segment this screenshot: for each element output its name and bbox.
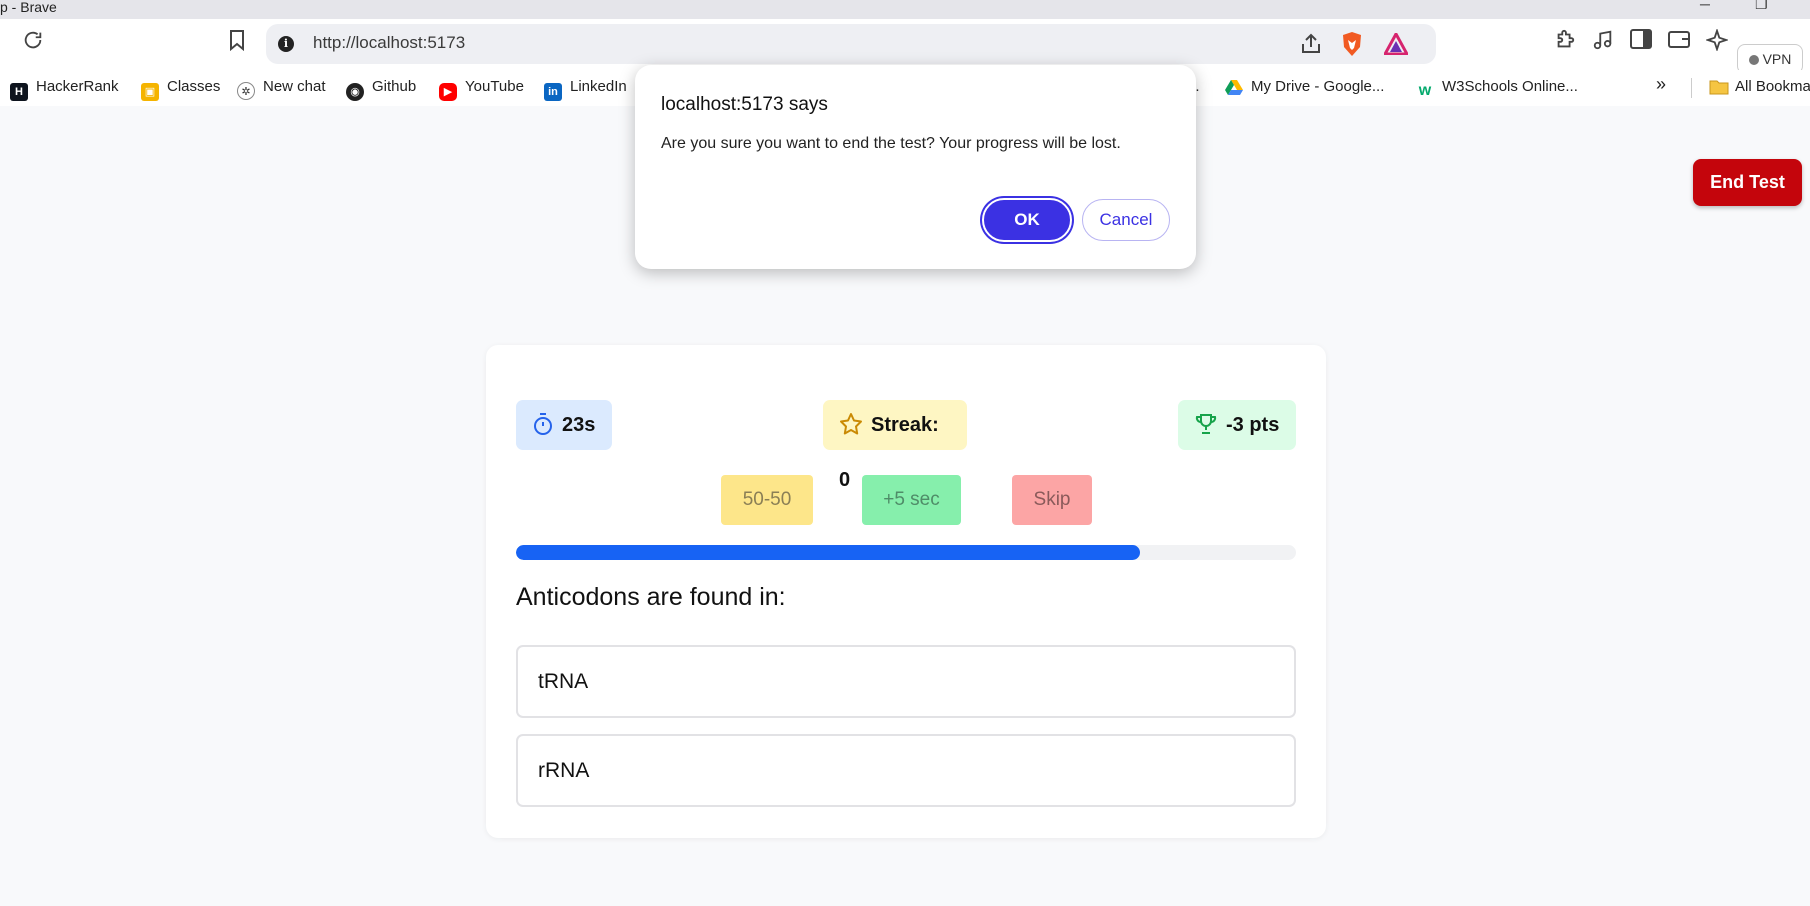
w3schools-icon: w [1418, 82, 1432, 99]
extensions-icon[interactable] [1552, 29, 1578, 55]
confirm-dialog: localhost:5173 says Are you sure you wan… [635, 65, 1196, 269]
bookmark-all-bookmarks[interactable]: All Bookma [1709, 78, 1810, 97]
score-badge: -3 pts [1178, 400, 1296, 450]
timer-value: 23s [562, 414, 596, 436]
progress-bar [516, 545, 1296, 560]
site-info-icon[interactable]: i [278, 36, 294, 52]
bookmarks-divider [1691, 78, 1692, 98]
youtube-icon: ▶ [439, 83, 457, 101]
bookmark-github[interactable]: ◉ Github [346, 78, 416, 101]
end-test-button[interactable]: End Test [1693, 159, 1802, 206]
quiz-card: 23s Streak: 0 -3 pts 50-50 +5 sec Skip A… [486, 345, 1326, 838]
chatgpt-icon: ✲ [237, 82, 255, 100]
bookmark-w3schools[interactable]: w W3Schools Online... [1416, 78, 1578, 100]
streak-badge: Streak: 0 [823, 400, 967, 491]
leo-ai-icon[interactable] [1704, 27, 1730, 55]
bookmark-label: Classes [167, 78, 221, 95]
progress-fill [516, 545, 1140, 560]
minimize-icon[interactable]: ─ [1700, 0, 1710, 12]
answer-option[interactable]: tRNA [516, 645, 1296, 718]
bookmark-youtube[interactable]: ▶ YouTube [439, 78, 524, 101]
timer-badge: 23s [516, 400, 612, 450]
skip-button[interactable]: Skip [1012, 475, 1092, 525]
wallet-icon[interactable] [1666, 29, 1692, 55]
answer-option[interactable]: rRNA [516, 734, 1296, 807]
fifty-fifty-button[interactable]: 50-50 [721, 475, 813, 525]
github-icon: ◉ [346, 83, 364, 101]
bookmark-hackerrank[interactable]: H HackerRank [10, 78, 119, 101]
media-icon[interactable] [1590, 29, 1616, 55]
more-bookmarks-icon[interactable]: » [1656, 74, 1666, 95]
stopwatch-icon [532, 405, 554, 455]
hackerrank-icon: H [10, 83, 28, 101]
score-value: -3 pts [1226, 414, 1280, 436]
share-icon[interactable] [1299, 32, 1323, 61]
bookmark-label: W3Schools Online... [1442, 78, 1578, 95]
window-titlebar: p - Brave ─ ❐ [0, 0, 1810, 19]
brave-rewards-icon[interactable] [1382, 30, 1410, 60]
question-text: Anticodons are found in: [516, 583, 786, 611]
bookmark-linkedin[interactable]: in LinkedIn [544, 78, 627, 101]
dialog-title: localhost:5173 says [661, 94, 828, 115]
bookmark-label: All Bookma [1735, 78, 1810, 95]
reload-icon[interactable] [20, 29, 46, 55]
cancel-button[interactable]: Cancel [1082, 199, 1170, 241]
address-bar[interactable]: i http://localhost:5173 [266, 24, 1436, 64]
classroom-icon: ▣ [141, 83, 159, 101]
bookmark-icon[interactable] [224, 29, 250, 55]
bookmark-label: New chat [263, 78, 326, 95]
dialog-message: Are you sure you want to end the test? Y… [661, 135, 1121, 152]
window-title: p - Brave [0, 0, 57, 15]
star-icon [839, 405, 863, 455]
bookmark-my-drive[interactable]: My Drive - Google... [1225, 78, 1384, 97]
vpn-label: VPN [1762, 51, 1792, 67]
folder-icon [1709, 79, 1729, 97]
vpn-status-icon [1748, 55, 1759, 65]
restore-icon[interactable]: ❐ [1755, 0, 1768, 13]
bookmark-label: HackerRank [36, 78, 119, 95]
sidebar-icon[interactable] [1628, 29, 1654, 55]
linkedin-icon: in [544, 83, 562, 101]
bookmark-label: Github [372, 78, 417, 95]
add-time-button[interactable]: +5 sec [862, 475, 961, 525]
bookmark-label: YouTube [465, 78, 524, 95]
brave-shields-icon[interactable] [1341, 31, 1363, 62]
google-drive-icon [1225, 79, 1243, 97]
bookmark-label: My Drive - Google... [1251, 78, 1385, 95]
bookmark-new-chat[interactable]: ✲ New chat [237, 78, 326, 100]
bookmark-label: LinkedIn [570, 78, 627, 95]
url-text[interactable]: http://localhost:5173 [313, 33, 465, 53]
ok-button[interactable]: OK [982, 198, 1072, 242]
bookmark-classes[interactable]: ▣ Classes [141, 78, 220, 101]
trophy-icon [1194, 405, 1218, 455]
